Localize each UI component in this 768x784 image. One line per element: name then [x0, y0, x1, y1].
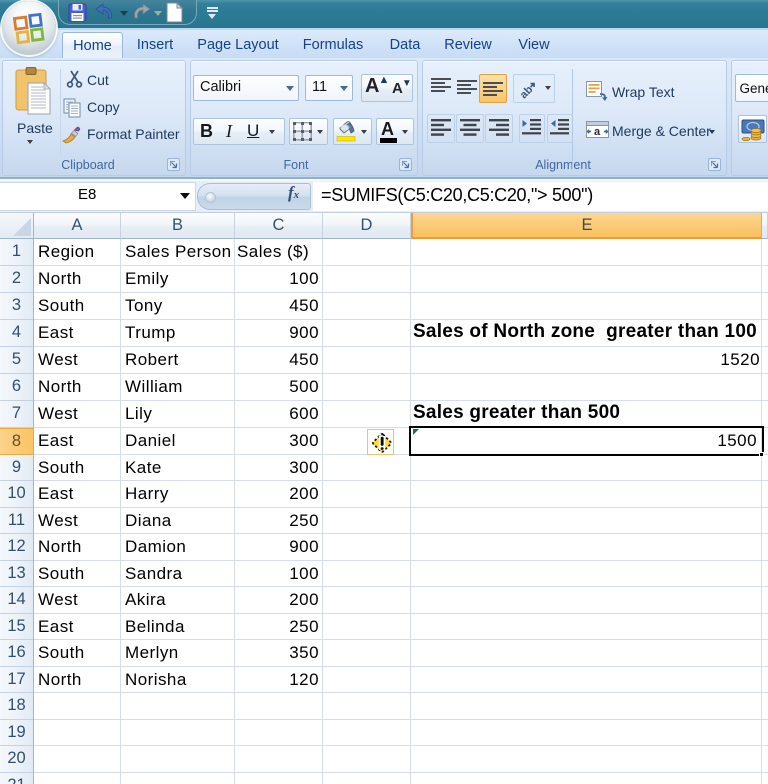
svg-text:ab: ab	[518, 83, 536, 100]
svg-text:a: a	[594, 126, 601, 138]
